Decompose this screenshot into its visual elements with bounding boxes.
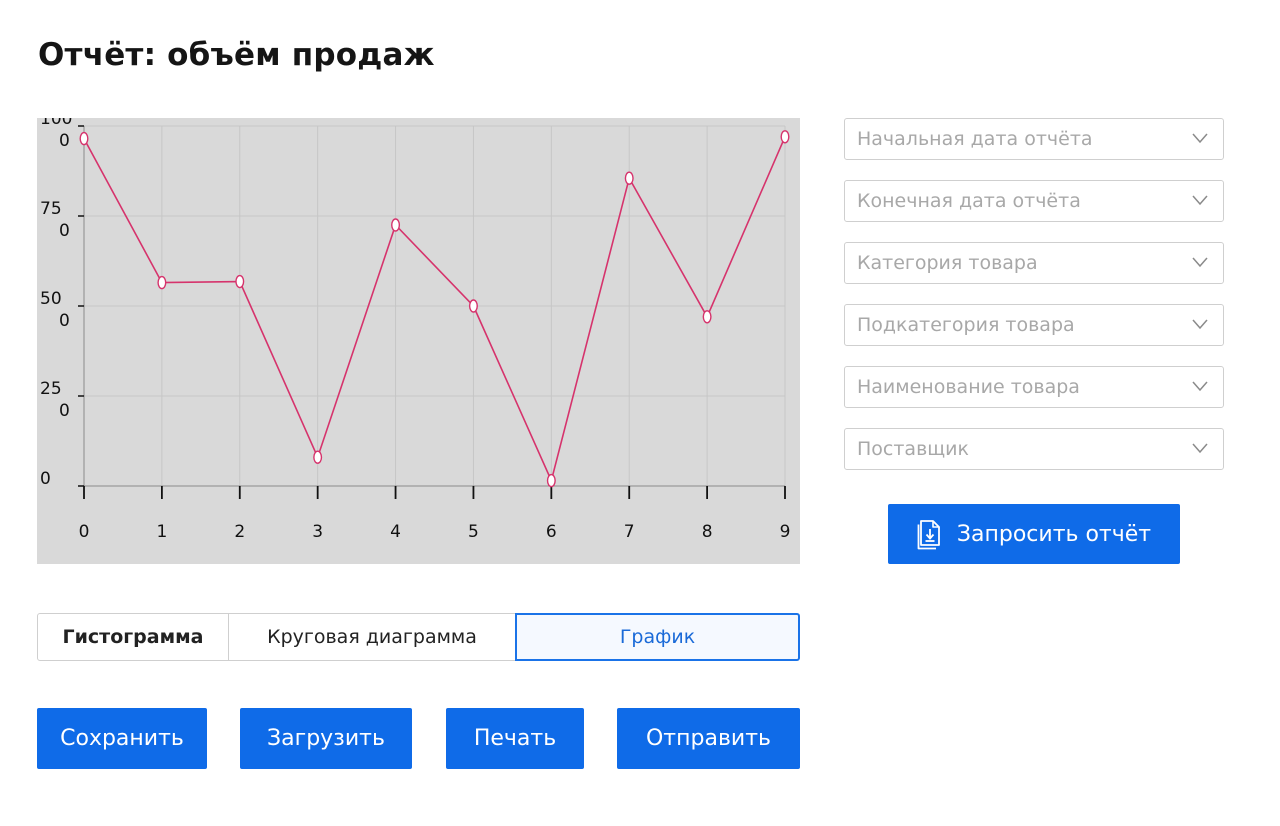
x-tick-label: 8 [702,522,713,542]
chevron-down-icon [1192,319,1208,330]
chevron-down-icon [1192,133,1208,144]
document-download-icon [917,520,940,550]
data-point [313,450,323,464]
product-name-placeholder: Наименование товара [857,376,1080,398]
page-title: Отчёт: объём продаж [38,37,435,73]
end-date-select[interactable]: Конечная дата отчёта [844,180,1224,222]
data-point [546,473,556,488]
data-point [702,310,712,324]
start-date-select[interactable]: Начальная дата отчёта [844,118,1224,160]
data-point [780,130,790,144]
upload-button[interactable]: Загрузить [240,708,412,769]
send-button[interactable]: Отправить [617,708,800,769]
chart-svg: 0 25 0 50 0 75 0 100 0 0 1 2 3 4 5 6 7 8 9 [40,118,791,542]
chevron-down-icon [1192,195,1208,206]
data-point [624,171,634,185]
data-point [157,275,167,290]
chart-type-tabs: Гистограмма Круговая диаграмма График [37,613,800,661]
x-tick-label: 4 [390,522,401,542]
x-tick-label: 7 [624,522,635,542]
chevron-down-icon [1192,257,1208,268]
y-tick-label: 50 0 [40,289,70,331]
request-report-label: Запросить отчёт [956,521,1152,547]
x-tick-label: 5 [468,522,479,542]
data-point [468,299,478,313]
y-tick-label: 0 [40,469,51,489]
product-name-select[interactable]: Наименование товара [844,366,1224,408]
supplier-select[interactable]: Поставщик [844,428,1224,470]
data-point [79,131,89,146]
y-tick-label: 100 0 [40,118,72,151]
x-tick-label: 1 [156,522,167,542]
end-date-placeholder: Конечная дата отчёта [857,190,1081,212]
product-subcategory-placeholder: Подкатегория товара [857,314,1075,336]
print-button[interactable]: Печать [446,708,584,769]
data-point [235,274,245,289]
series-line [83,136,786,484]
product-category-placeholder: Категория товара [857,252,1038,274]
x-tick-label: 3 [312,522,323,542]
supplier-placeholder: Поставщик [857,438,969,460]
x-tick-label: 9 [780,522,791,542]
tab-histogram[interactable]: Гистограмма [37,613,229,661]
y-tick-label: 75 0 [40,199,70,241]
chevron-down-icon [1192,381,1208,392]
request-report-button[interactable]: Запросить отчёт [888,504,1180,564]
data-point [391,218,401,232]
x-tick-label: 0 [79,522,90,542]
save-button[interactable]: Сохранить [37,708,207,769]
chevron-down-icon [1192,443,1208,454]
tab-pie-chart[interactable]: Круговая диаграмма [227,613,517,661]
product-category-select[interactable]: Категория товара [844,242,1224,284]
start-date-placeholder: Начальная дата отчёта [857,128,1093,150]
product-subcategory-select[interactable]: Подкатегория товара [844,304,1224,346]
x-tick-label: 2 [234,522,245,542]
x-tick-label: 6 [546,522,557,542]
y-tick-label: 25 0 [40,379,70,421]
sales-line-chart: 0 25 0 50 0 75 0 100 0 0 1 2 3 4 5 6 7 8 9 [37,118,800,564]
tab-line-chart[interactable]: График [515,613,800,661]
report-filters: Начальная дата отчёта Конечная дата отчё… [844,118,1224,490]
